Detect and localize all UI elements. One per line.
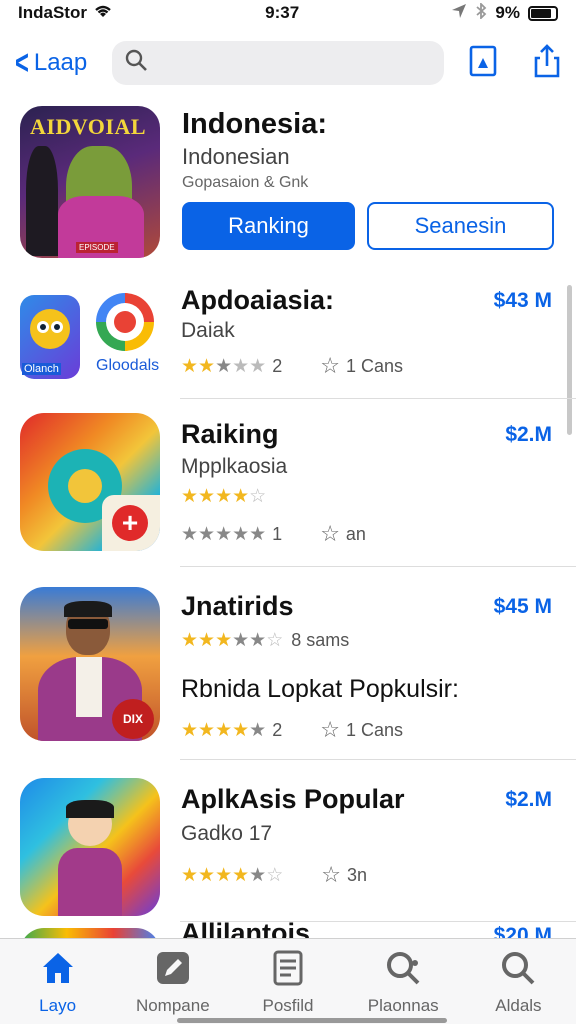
edit-icon [154, 949, 192, 992]
app-icon[interactable] [20, 778, 160, 916]
featured-icon-text: AIDVOIAL [30, 114, 147, 139]
rating-count: 2 [272, 355, 283, 376]
status-bar: IndaStor 9:37 9% [0, 0, 576, 26]
app-name: Raiking [181, 419, 279, 449]
tab-plaonnas[interactable]: Plaonnas [346, 939, 461, 1024]
app-name: Jnatirids [181, 591, 294, 621]
tab-nompane[interactable]: Nompane [115, 939, 230, 1024]
app-name: Allilantois [181, 922, 311, 938]
featured-app: AIDVOIAL EPISODE Indonesia: Indonesian G… [20, 106, 560, 260]
favorites-count: 3n [346, 864, 367, 885]
app-subtitle: Gadko 17 [181, 822, 273, 845]
location-icon [451, 3, 467, 24]
bookmark-icon[interactable] [468, 44, 498, 83]
top-nav: < Laap [0, 38, 576, 88]
battery-percent: 9% [495, 3, 520, 22]
app-price[interactable]: $2.M [505, 423, 552, 447]
back-label: Laap [33, 49, 88, 76]
plus-icon: + [112, 505, 148, 541]
app-price[interactable]: $45 M [494, 595, 552, 619]
search-icon [124, 48, 148, 79]
home-icon [39, 949, 77, 992]
favorites-count: 1 Cans [345, 355, 403, 376]
list-item[interactable]: AplkAsis Popular $2.M Gadko 17 ★★★★★☆ ☆ … [0, 760, 576, 922]
search-input[interactable] [156, 52, 416, 74]
featured-subtitle: Indonesian [182, 144, 290, 169]
rating-stars: ★★★★★ [181, 355, 267, 377]
chevron-left-icon: < [14, 44, 29, 82]
favorites-count: an [345, 523, 366, 544]
search-bar[interactable] [112, 41, 444, 85]
rating-stars: ★★★★★ [181, 523, 267, 545]
secondary-button[interactable]: Seanesin [367, 202, 554, 250]
share-icon[interactable] [532, 43, 562, 83]
app-subtitle: Mpplkaosia [181, 455, 288, 478]
rating-count: 2 [272, 719, 283, 740]
tab-aldals[interactable]: Aldals [461, 939, 576, 1024]
rating-stars: ★★★★☆ [181, 486, 267, 507]
home-indicator[interactable] [177, 1018, 447, 1023]
back-button[interactable]: < Laap [12, 46, 112, 80]
app-icon-label: Olanch [22, 363, 61, 375]
tab-label: Posfild [262, 996, 314, 1015]
app-name: Apdoaiasia: [181, 285, 335, 315]
list-item[interactable]: DIX Jnatirids $45 M ★★★★★☆ 8 sams Rbnida… [0, 567, 576, 760]
app-icon[interactable]: + [20, 413, 160, 551]
app-icon[interactable] [96, 293, 154, 351]
app-tagline: Rbnida Lopkat Popkulsir: [181, 675, 459, 703]
carrier-label: IndaStor [18, 3, 87, 22]
app-icon[interactable]: DIX [20, 587, 160, 741]
featured-app-icon[interactable]: AIDVOIAL EPISODE [20, 106, 160, 258]
app-name: AplkAsis Popular [181, 784, 405, 814]
app-icon[interactable] [20, 928, 160, 938]
tab-label: Nompane [135, 996, 210, 1015]
app-icon[interactable]: Olanch [20, 295, 80, 379]
rating-stars: ★★★★★ [181, 719, 267, 741]
tab-bar: Layo Nompane Posfild Plaonnas Aldals [0, 938, 576, 1024]
tab-label: Plaonnas [367, 996, 439, 1015]
search-gear-icon [384, 949, 422, 992]
star-outline-icon[interactable]: ☆ [320, 353, 340, 379]
list-item[interactable]: + Raiking $2.M Mpplkaosia ★★★★☆ ★★★★★ 1 … [0, 399, 576, 567]
rating-count: 8 sams [291, 630, 350, 650]
app-price[interactable]: $2.M [505, 788, 552, 812]
search-icon [499, 949, 537, 992]
star-outline-icon[interactable]: ☆ [320, 521, 340, 547]
star-outline-icon[interactable]: ☆ [320, 717, 340, 743]
record-badge: DIX [112, 699, 154, 739]
tab-layo[interactable]: Layo [0, 939, 115, 1024]
featured-icon-badge: EPISODE [76, 242, 118, 253]
wifi-icon [93, 3, 113, 24]
bluetooth-icon [475, 1, 487, 24]
list-item[interactable]: Olanch Gloodals Apdoaiasia: $43 M Daiak … [0, 285, 576, 399]
tab-label: Aldals [495, 996, 542, 1015]
app-price[interactable]: $43 M [494, 289, 552, 313]
clock: 9:37 [265, 3, 300, 22]
featured-meta: Gopasaion & Gnk [182, 174, 309, 191]
app-subtitle: Daiak [181, 319, 235, 342]
list-item[interactable]: Allilantois $20 M [0, 922, 576, 938]
document-icon [269, 949, 307, 992]
battery-icon [528, 5, 558, 21]
rating-count: 1 [272, 523, 283, 544]
rating-stars: ★★★★★☆ [181, 864, 284, 886]
favorites-count: 1 Cans [345, 719, 403, 740]
tab-label: Layo [39, 996, 77, 1015]
tab-posfild[interactable]: Posfild [230, 939, 345, 1024]
app-icon-label: Gloodals [96, 357, 160, 374]
star-outline-icon[interactable]: ☆ [321, 862, 341, 888]
ranking-button[interactable]: Ranking [182, 202, 355, 250]
app-price[interactable]: $20 M [494, 924, 552, 938]
featured-title: Indonesia: [182, 108, 328, 140]
rating-stars: ★★★★★☆ [181, 630, 284, 651]
